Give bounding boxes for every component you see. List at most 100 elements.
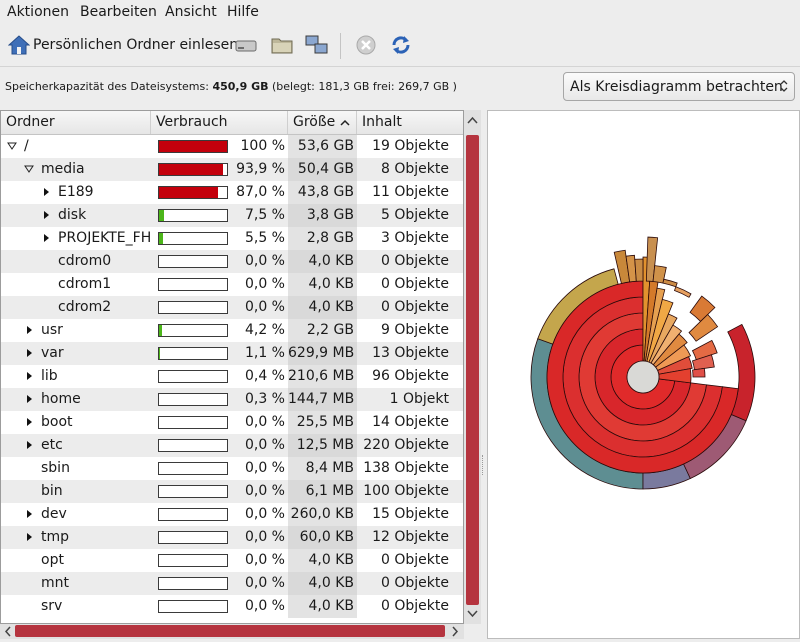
table-row[interactable]: sbin 0,0 % 8,4 MB 138 Objekte [1, 457, 463, 480]
stop-button[interactable] [355, 30, 377, 60]
filesystem-capacity-line: Speicherkapazität des Dateisystems: 450,… [5, 80, 457, 93]
usage-percent: 0,0 % [244, 253, 285, 269]
folder-contents-count: 8 Objekte [381, 161, 449, 177]
ring-segment[interactable] [688, 313, 719, 342]
table-row[interactable]: E189 87,0 % 43,8 GB 11 Objekte [1, 181, 463, 204]
refresh-button[interactable] [390, 30, 412, 60]
folder-name: disk [58, 207, 87, 223]
table-row[interactable]: PROJEKTE_FH 5,5 % 2,8 GB 3 Objekte [1, 227, 463, 250]
folder-name: bin [41, 483, 63, 499]
table-row[interactable]: cdrom2 0,0 % 4,0 KB 0 Objekte [1, 296, 463, 319]
usage-percent: 0,0 % [244, 506, 285, 522]
expander-closed-icon[interactable] [41, 187, 51, 197]
scan-folder-button[interactable] [270, 30, 294, 60]
table-row[interactable]: tmp 0,0 % 60,0 KB 12 Objekte [1, 526, 463, 549]
table-row[interactable]: srv 0,0 % 4,0 KB 0 Objekte [1, 595, 463, 618]
scroll-up-icon[interactable] [464, 114, 481, 128]
expander-closed-icon[interactable] [24, 440, 34, 450]
scan-remote-button[interactable] [305, 30, 329, 60]
horizontal-scrollbar[interactable] [0, 624, 464, 639]
table-row[interactable]: / 100 % 53,6 GB 19 Objekte [1, 135, 463, 158]
usage-bar-fill [159, 210, 164, 221]
folder-size: 4,0 KB [308, 552, 355, 568]
scan-home-button[interactable]: Persönlichen Ordner einlesen [8, 30, 238, 60]
table-row[interactable]: boot 0,0 % 25,5 MB 14 Objekte [1, 411, 463, 434]
expander-closed-icon[interactable] [24, 348, 34, 358]
scroll-left-icon[interactable] [2, 624, 14, 639]
folder-size: 260,0 KB [290, 506, 354, 522]
folder-size: 43,8 GB [297, 184, 354, 200]
horizontal-scroll-thumb[interactable] [15, 625, 445, 637]
expander-closed-icon[interactable] [24, 417, 34, 427]
folder-contents-count: 11 Objekte [372, 184, 449, 200]
table-row[interactable]: media 93,9 % 50,4 GB 8 Objekte [1, 158, 463, 181]
table-row[interactable]: etc 0,0 % 12,5 MB 220 Objekte [1, 434, 463, 457]
folder-size: 6,1 MB [305, 483, 354, 499]
stop-icon [356, 35, 376, 55]
folder-size: 3,8 GB [306, 207, 354, 223]
folder-name: tmp [41, 529, 70, 545]
table-row[interactable]: usr 4,2 % 2,2 GB 9 Objekte [1, 319, 463, 342]
expander-closed-icon[interactable] [41, 233, 51, 243]
ring-segment[interactable] [673, 286, 692, 298]
table-row[interactable]: mnt 0,0 % 4,0 KB 0 Objekte [1, 572, 463, 595]
column-header-name[interactable]: Ordner [1, 111, 151, 134]
scan-filesystem-button[interactable] [234, 30, 258, 60]
expander-closed-icon[interactable] [41, 210, 51, 220]
usage-bar [158, 393, 228, 406]
view-mode-select[interactable]: Als Kreisdiagramm betrachten [563, 72, 795, 101]
ring-segment[interactable] [662, 278, 678, 288]
folder-size: 210,6 MB [288, 368, 355, 384]
folder-contents-count: 1 Objekt [389, 391, 449, 407]
table-row[interactable]: lib 0,4 % 210,6 MB 96 Objekte [1, 365, 463, 388]
expander-closed-icon[interactable] [24, 532, 34, 542]
capacity-detail: (belegt: 181,3 GB frei: 269,7 GB ) [272, 80, 457, 93]
folder-contents-count: 0 Objekte [381, 299, 449, 315]
expander-closed-icon[interactable] [24, 371, 34, 381]
expander-closed-icon[interactable] [24, 509, 34, 519]
table-row[interactable]: opt 0,0 % 4,0 KB 0 Objekte [1, 549, 463, 572]
ring-segment[interactable] [692, 367, 706, 378]
usage-percent: 0,0 % [244, 483, 285, 499]
usage-percent: 1,1 % [244, 345, 285, 361]
expander-open-icon[interactable] [7, 141, 17, 151]
sort-ascending-icon [340, 119, 350, 126]
folder-contents-count: 220 Objekte [363, 437, 449, 453]
folder-name: PROJEKTE_FH [58, 230, 152, 246]
folder-name: E189 [58, 184, 94, 200]
menu-ansicht[interactable]: Ansicht [165, 4, 217, 20]
table-row[interactable]: var 1,1 % 629,9 MB 13 Objekte [1, 342, 463, 365]
expander-closed-icon[interactable] [24, 325, 34, 335]
ring-segment[interactable] [689, 295, 716, 322]
folder-size: 2,2 GB [306, 322, 354, 338]
ring-segment[interactable] [634, 258, 644, 282]
folder-size: 60,0 KB [299, 529, 354, 545]
expander-open-icon[interactable] [24, 164, 34, 174]
table-row[interactable]: dev 0,0 % 260,0 KB 15 Objekte [1, 503, 463, 526]
capacity-total: 450,9 GB [212, 80, 269, 93]
table-body: / 100 % 53,6 GB 19 Objekte media 93,9 % 50,4 G… [1, 135, 463, 623]
folder-size: 2,8 GB [306, 230, 354, 246]
vertical-scrollbar[interactable] [464, 110, 481, 624]
column-header-contents[interactable]: Inhalt [357, 111, 463, 134]
capacity-label: Speicherkapazität des Dateisystems: [5, 80, 209, 93]
menu-hilfe[interactable]: Hilfe [227, 4, 259, 20]
column-header-size[interactable]: Größe [288, 111, 357, 134]
table-row[interactable]: cdrom0 0,0 % 4,0 KB 0 Objekte [1, 250, 463, 273]
ring-center[interactable] [626, 360, 660, 394]
column-header-usage[interactable]: Verbrauch [151, 111, 288, 134]
vertical-scroll-thumb[interactable] [466, 135, 479, 605]
menubar: Aktionen Bearbeiten Ansicht Hilfe [0, 0, 800, 24]
table-row[interactable]: bin 0,0 % 6,1 MB 100 Objekte [1, 480, 463, 503]
menu-aktionen[interactable]: Aktionen [7, 4, 69, 20]
expander-closed-icon[interactable] [24, 394, 34, 404]
usage-bar [158, 531, 228, 544]
ring-chart[interactable] [488, 111, 799, 638]
table-row[interactable]: home 0,3 % 144,7 MB 1 Objekt [1, 388, 463, 411]
table-row[interactable]: cdrom1 0,0 % 4,0 KB 0 Objekte [1, 273, 463, 296]
scroll-down-icon[interactable] [464, 606, 481, 620]
table-row[interactable]: disk 7,5 % 3,8 GB 5 Objekte [1, 204, 463, 227]
menu-bearbeiten[interactable]: Bearbeiten [80, 4, 157, 20]
folder-size: 4,0 KB [308, 276, 355, 292]
scroll-right-icon[interactable] [449, 624, 461, 639]
